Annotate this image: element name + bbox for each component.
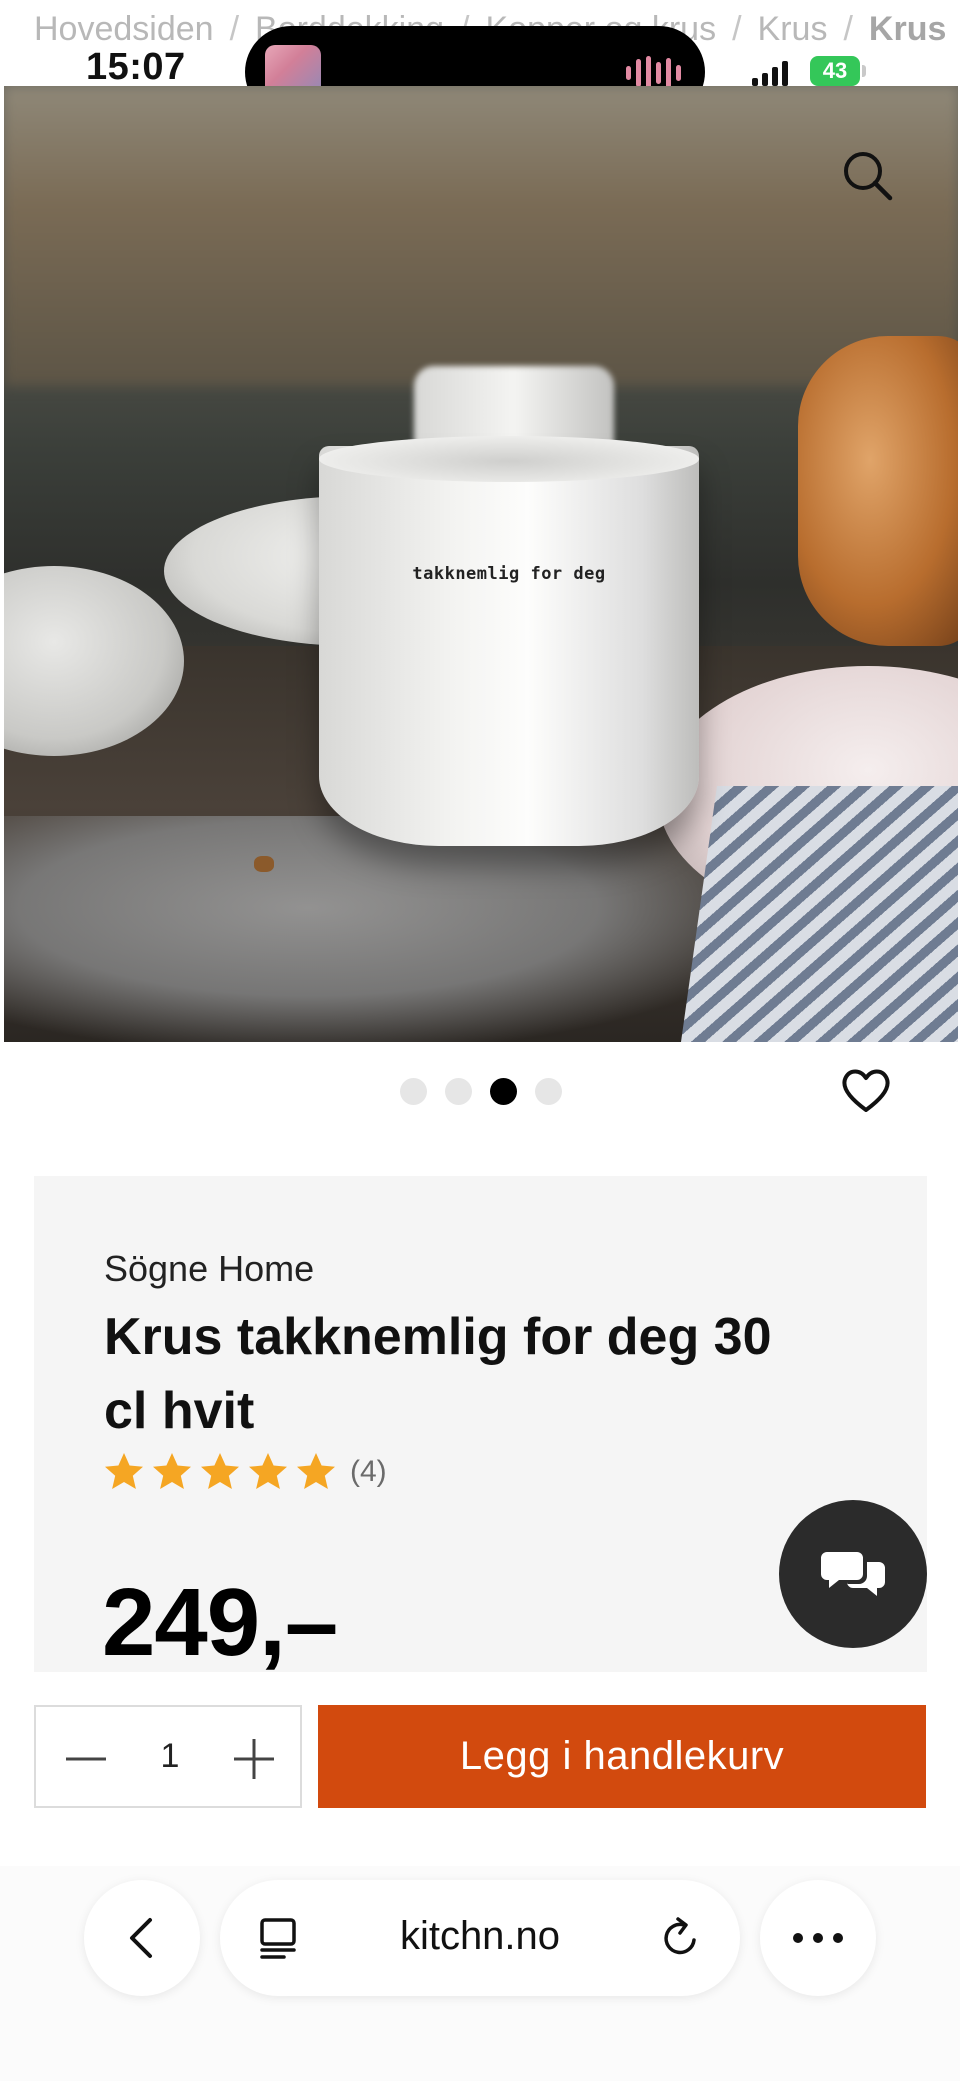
- chevron-left-icon: [130, 1918, 152, 1958]
- chat-icon: [821, 1552, 885, 1596]
- carousel-dot-active[interactable]: [490, 1078, 517, 1105]
- product-image[interactable]: takknemlig for deg: [4, 86, 958, 1042]
- search-icon: [844, 152, 893, 201]
- plus-icon: [234, 1739, 274, 1779]
- carousel-dot[interactable]: [400, 1078, 427, 1105]
- carousel-indicators: [400, 1078, 562, 1105]
- crumb: [254, 856, 274, 872]
- audio-waveform-icon: [626, 56, 681, 90]
- search-button[interactable]: [838, 146, 898, 206]
- breadcrumb-item[interactable]: Hovedsiden: [34, 10, 214, 49]
- mug-print-text: takknemlig for deg: [412, 564, 606, 584]
- breadcrumb-separator: /: [843, 9, 853, 48]
- minus-icon: [66, 1757, 106, 1761]
- breadcrumb-separator: /: [229, 9, 240, 48]
- chat-button[interactable]: [779, 1500, 927, 1648]
- mug-rim: [319, 436, 699, 482]
- breadcrumb-separator: /: [732, 9, 742, 48]
- star-icon: [297, 1453, 335, 1489]
- quantity-increase-button[interactable]: [226, 1731, 282, 1787]
- bread-loaf: [798, 336, 958, 646]
- battery-icon: 43: [810, 56, 860, 86]
- product-brand[interactable]: Sögne Home: [104, 1248, 314, 1290]
- frost-patch: [4, 816, 764, 1042]
- quantity-input[interactable]: [126, 1707, 214, 1806]
- product-title: Krus takknemlig for deg 30 cl hvit: [104, 1308, 772, 1440]
- star-icon: [201, 1453, 239, 1489]
- star-icon: [153, 1453, 191, 1489]
- carousel-dot[interactable]: [445, 1078, 472, 1105]
- reader-icon[interactable]: [254, 1914, 302, 1962]
- carousel-dot[interactable]: [535, 1078, 562, 1105]
- striped-napkin: [679, 786, 958, 1042]
- quantity-stepper: [34, 1705, 302, 1808]
- background-scenery: [4, 86, 958, 386]
- more-icon: [793, 1933, 843, 1943]
- product-price: 249,–: [102, 1569, 338, 1672]
- star-icon: [105, 1453, 143, 1489]
- product-rating[interactable]: (4): [102, 1450, 387, 1494]
- battery-tip: [862, 65, 866, 77]
- breadcrumb-current: Krus: [868, 9, 947, 48]
- heart-icon: [842, 1069, 890, 1112]
- address-url[interactable]: kitchn.no: [360, 1914, 600, 1959]
- favorite-button[interactable]: [838, 1062, 894, 1118]
- add-to-cart-button[interactable]: Legg i handlekurv: [318, 1705, 926, 1808]
- status-time: 15:07: [86, 46, 186, 88]
- reload-icon[interactable]: [656, 1914, 704, 1962]
- quantity-decrease-button[interactable]: [58, 1731, 114, 1787]
- star-icon: [249, 1453, 287, 1489]
- cellular-signal-icon: [752, 60, 788, 86]
- rating-count: (4): [350, 1455, 387, 1488]
- breadcrumb-item[interactable]: Krus: [758, 10, 828, 49]
- mug: [319, 446, 699, 846]
